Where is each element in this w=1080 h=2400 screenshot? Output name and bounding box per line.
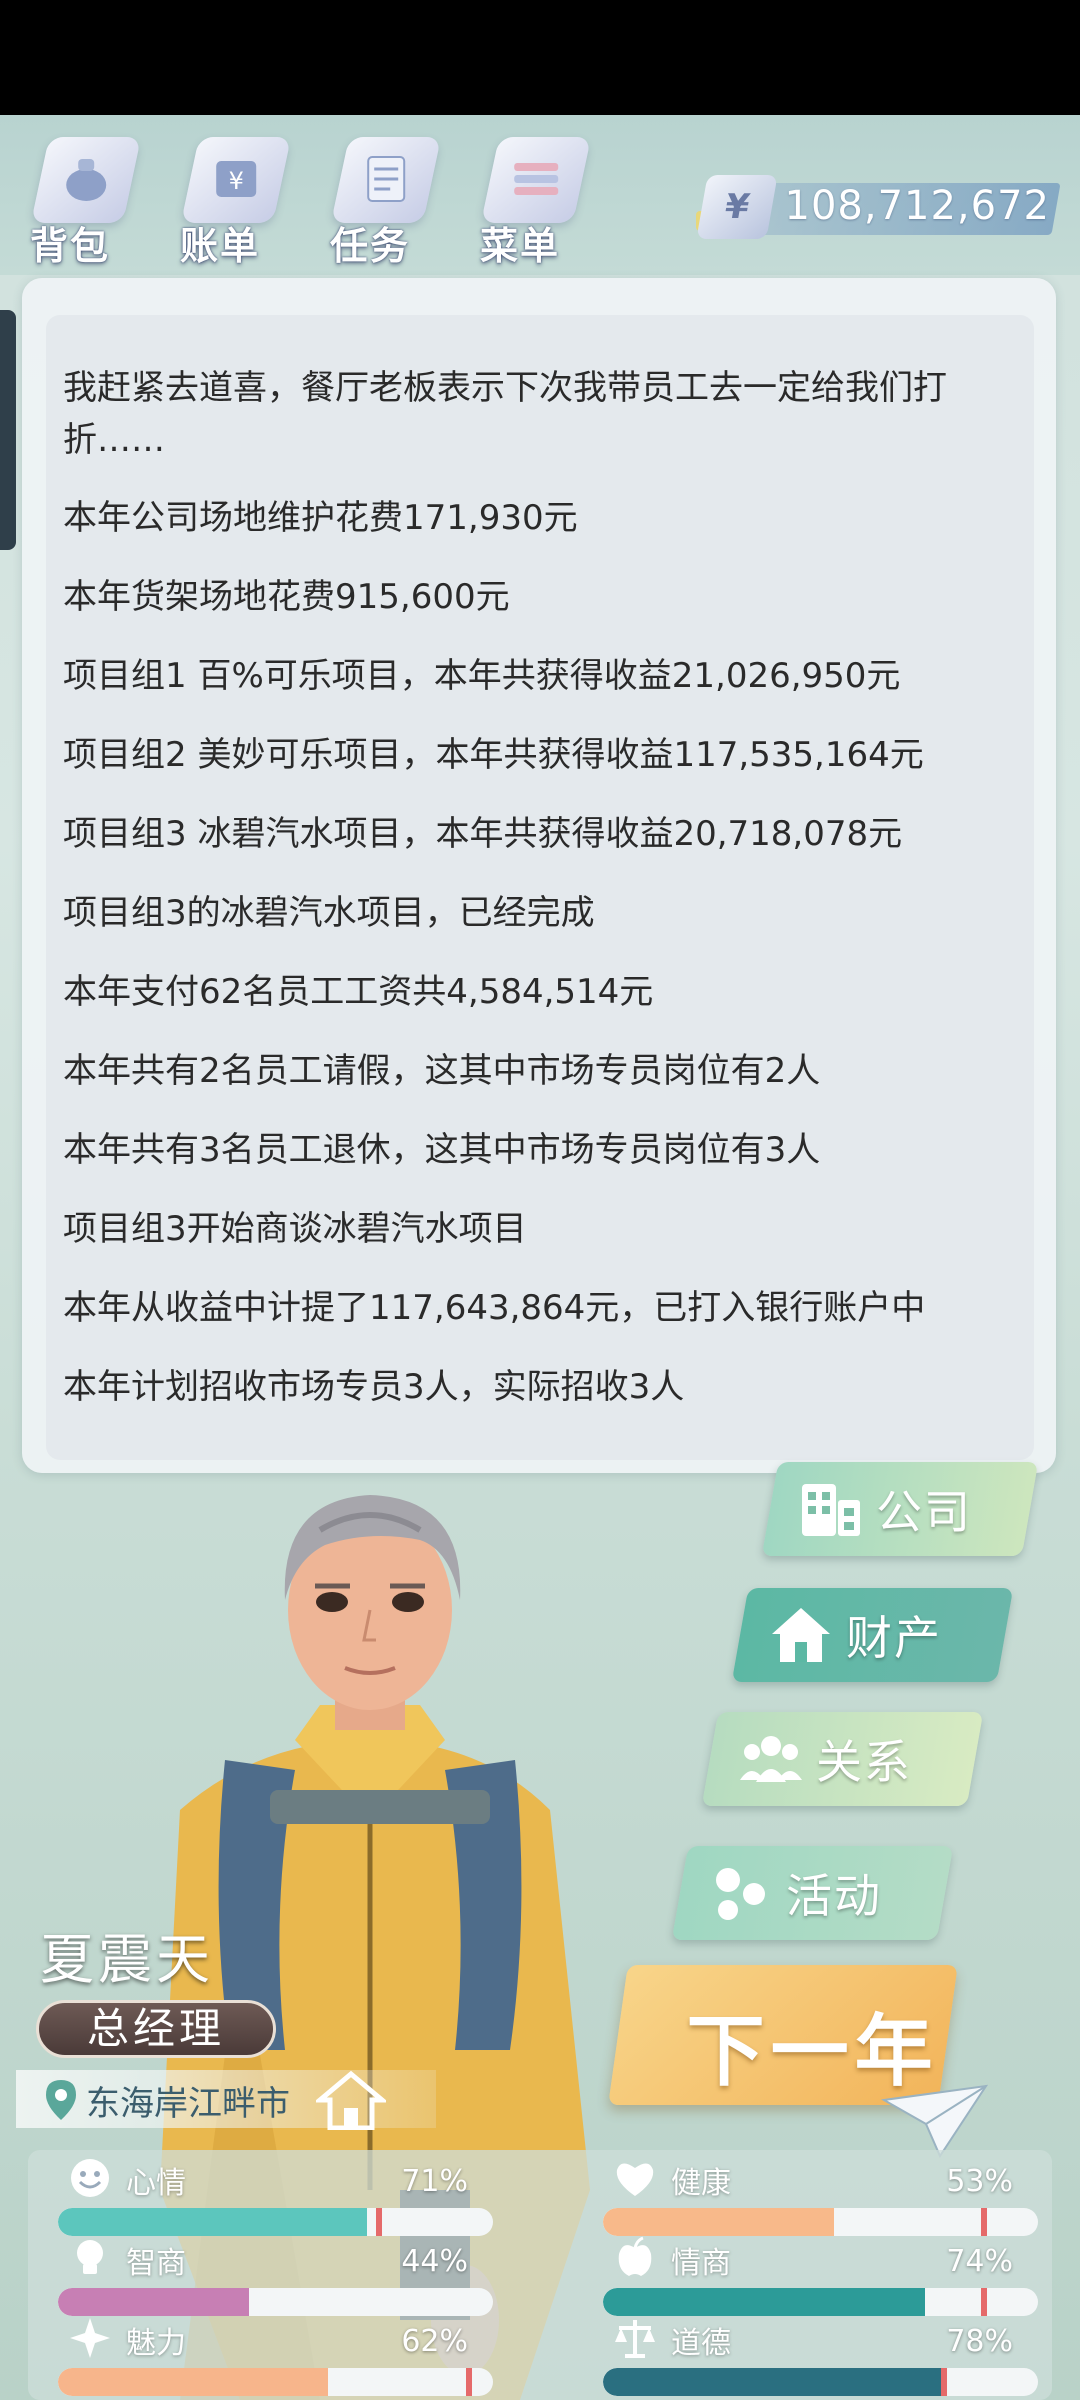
stat-fill: [603, 2288, 925, 2316]
tasks-label: 任务: [330, 224, 411, 268]
relations-button[interactable]: 关系: [701, 1712, 984, 1806]
property-label: 财产: [846, 1611, 942, 1665]
character-name: 夏震天: [40, 1928, 214, 1991]
activity-label: 活动: [786, 1869, 882, 1923]
bill-icon: ¥: [216, 161, 257, 197]
stats-panel: 心情 71% 健康 53% 智商 44% 情商 74% 魅力 62% 道德 78…: [28, 2150, 1052, 2400]
stat-label: 心情: [126, 2166, 186, 2201]
heart-icon: [616, 2163, 654, 2196]
log-line: 本年支付62名员工工资共4,584,514元: [63, 972, 654, 1012]
stat-health: 健康 53%: [573, 2156, 1038, 2236]
log-line: 项目组3 冰碧汽水项目，本年共获得收益20,718,078元: [63, 814, 903, 854]
stat-eq: 情商 74%: [573, 2236, 1038, 2316]
building-icon: [802, 1484, 860, 1536]
bills-label: 账单: [180, 224, 261, 268]
stat-value: 71%: [401, 2164, 468, 2199]
sparkle-icon: [70, 2318, 110, 2358]
stat-label: 智商: [126, 2246, 186, 2281]
job-title: 总经理: [86, 2004, 225, 2053]
company-button[interactable]: 公司: [761, 1462, 1039, 1556]
house-icon: [772, 1608, 830, 1662]
task-list-icon: [367, 156, 406, 202]
stat-label: 魅力: [126, 2326, 186, 2361]
stat-iq: 智商 44%: [28, 2236, 493, 2316]
log-line: 本年从收益中计提了117,643,864元，已打入银行账户中: [63, 1288, 926, 1328]
log-line: 本年货架场地花费915,600元: [63, 577, 510, 617]
job-title-badge: 总经理: [36, 2000, 276, 2058]
bills-button[interactable]: ¥ 账单: [160, 115, 310, 275]
people-icon: [740, 1736, 802, 1782]
top-toolbar: 背包 ¥ 账单 任务 菜单 ¥ 108,712,672: [0, 115, 1080, 275]
apple-icon: [618, 2236, 652, 2276]
lightbulb-icon: [77, 2240, 103, 2274]
log-line: 本年计划招收市场专员3人，实际招收3人: [63, 1367, 685, 1407]
log-line: 我赶紧去道喜，餐厅老板表示下次我带员工去一定给我们打: [63, 368, 947, 408]
stat-value: 44%: [401, 2244, 468, 2279]
stat-fill: [58, 2288, 250, 2316]
yen-icon: ¥: [696, 175, 778, 239]
home-icon[interactable]: [316, 2070, 386, 2130]
stat-fill: [58, 2208, 367, 2236]
menu-icon: [514, 163, 559, 195]
stat-fill: [58, 2368, 328, 2396]
money-amount: 108,712,672: [784, 183, 1050, 229]
log-line: 本年公司场地维护花费171,930元: [63, 498, 578, 538]
stat-label: 道德: [671, 2326, 731, 2361]
activity-button[interactable]: 活动: [671, 1846, 954, 1940]
log-line: 项目组1 百%可乐项目，本年共获得收益21,026,950元: [63, 656, 901, 696]
backpack-icon: [66, 159, 107, 201]
location-bar: 东海岸江畔市: [16, 2070, 436, 2130]
log-line: 项目组3开始商谈冰碧汽水项目: [63, 1209, 527, 1249]
stat-label: 健康: [671, 2166, 731, 2201]
stat-morality: 道德 78%: [573, 2316, 1038, 2396]
tasks-button[interactable]: 任务: [310, 115, 460, 275]
activity-icon: [716, 1868, 765, 1920]
location-pin-icon: [46, 2080, 76, 2120]
money-display: ¥ 108,712,672: [696, 175, 1061, 245]
stat-value: 78%: [946, 2324, 1013, 2359]
paper-plane-icon: [880, 2084, 989, 2159]
scales-icon: [615, 2320, 655, 2358]
relations-label: 关系: [816, 1735, 912, 1789]
company-label: 公司: [876, 1485, 972, 1539]
location-name: 东海岸江畔市: [86, 2084, 290, 2124]
backpack-button[interactable]: 背包: [10, 115, 160, 275]
smile-icon: [71, 2159, 109, 2197]
stat-mood: 心情 71%: [28, 2156, 493, 2236]
menu-button[interactable]: 菜单: [460, 115, 610, 275]
stat-value: 53%: [946, 2164, 1013, 2199]
property-button[interactable]: 财产: [731, 1588, 1014, 1682]
stat-label: 情商: [671, 2246, 731, 2281]
stat-value: 62%: [401, 2324, 468, 2359]
log-line: 折……: [63, 420, 165, 460]
stat-fill: [603, 2368, 943, 2396]
stat-fill: [603, 2208, 834, 2236]
log-line: 项目组2 美妙可乐项目，本年共获得收益117,535,164元: [63, 735, 924, 775]
stat-value: 74%: [946, 2244, 1013, 2279]
log-line: 项目组3的冰碧汽水项目，已经完成: [63, 893, 595, 933]
menu-label: 菜单: [480, 224, 561, 268]
stat-charm: 魅力 62%: [28, 2316, 493, 2396]
log-line: 本年共有2名员工请假，这其中市场专员岗位有2人: [63, 1051, 821, 1091]
status-bar: [0, 0, 1080, 115]
log-line: 本年共有3名员工退休，这其中市场专员岗位有3人: [63, 1130, 821, 1170]
side-drawer-handle[interactable]: [0, 310, 16, 550]
backpack-label: 背包: [30, 224, 111, 268]
svg-text:¥: ¥: [229, 167, 244, 195]
